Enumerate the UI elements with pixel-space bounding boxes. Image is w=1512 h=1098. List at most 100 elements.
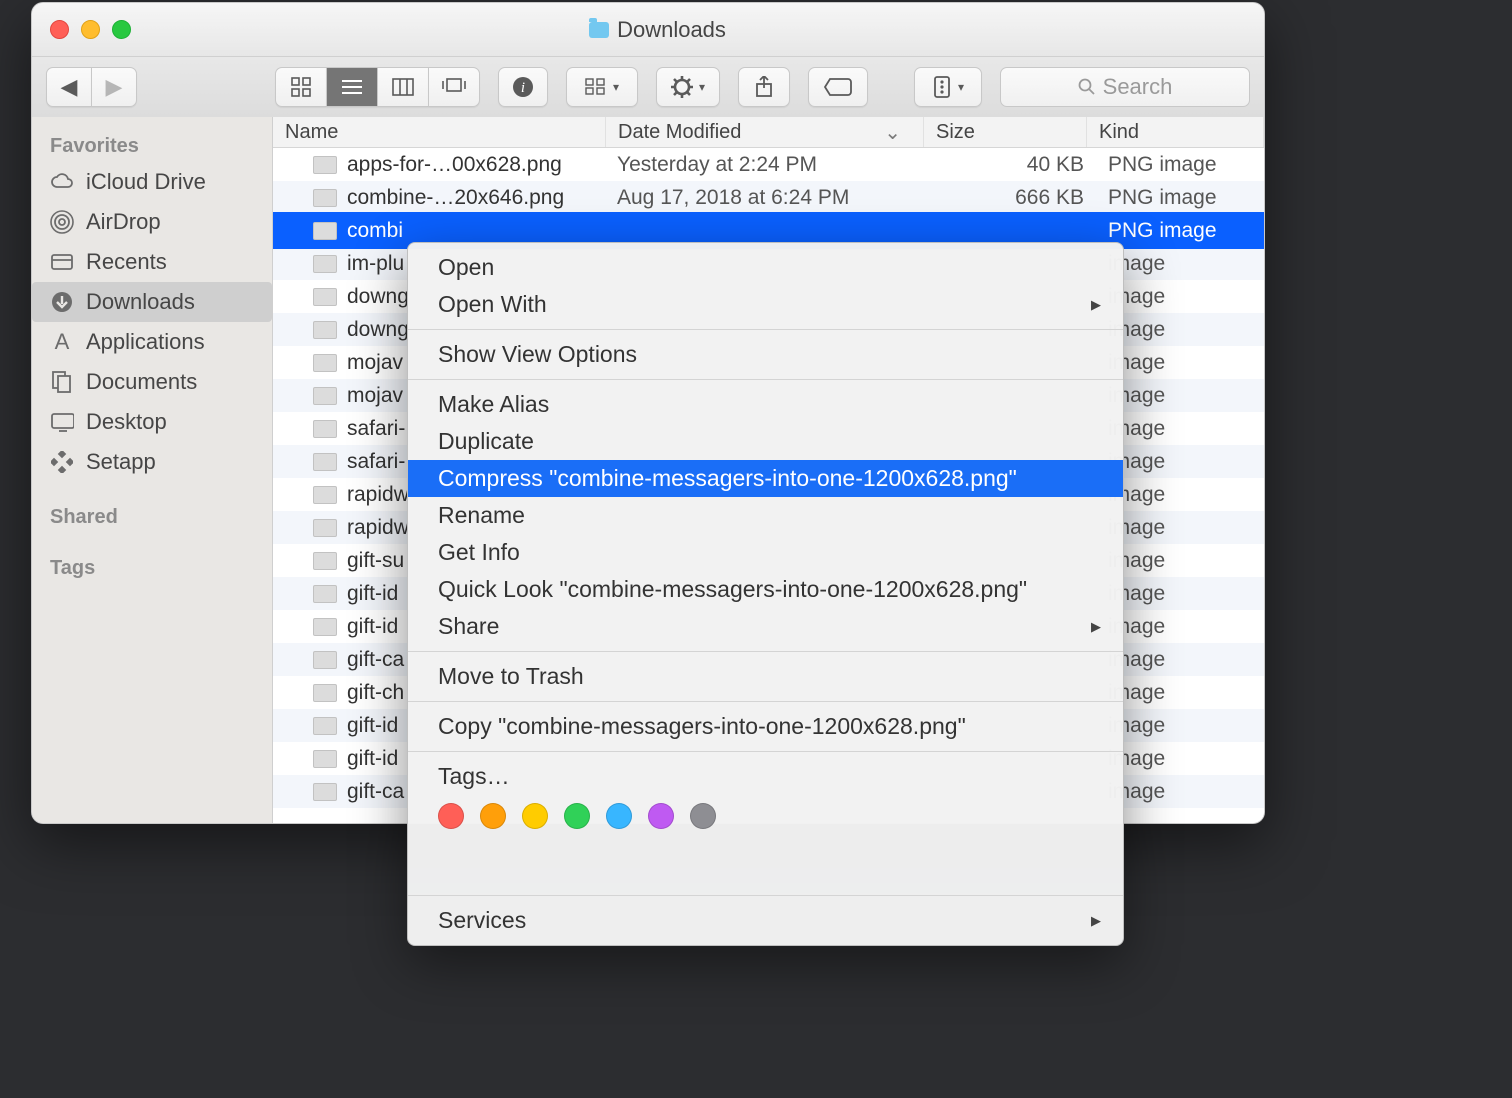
menu-share[interactable]: Share [408,608,1123,645]
file-thumb-icon [313,354,337,372]
sidebar-item-applications[interactable]: A Applications [32,322,272,362]
menu-duplicate[interactable]: Duplicate [408,423,1123,460]
col-name[interactable]: Name [273,117,606,147]
sidebar-item-label: Desktop [86,409,167,435]
file-thumb-icon [313,618,337,636]
path-button[interactable]: ▾ [914,67,982,107]
setapp-icon [50,451,74,473]
menu-rename[interactable]: Rename [408,497,1123,534]
file-size: 40 KB [922,153,1096,177]
share-button[interactable] [738,67,790,107]
titlebar: Downloads [32,3,1264,57]
icon-view-button[interactable] [275,67,326,107]
col-kind[interactable]: Kind [1087,117,1264,147]
menu-open[interactable]: Open [408,249,1123,286]
menu-show-view-options[interactable]: Show View Options [408,336,1123,373]
col-date[interactable]: Date Modified⌄ [606,117,924,147]
file-name: apps-for-…00x628.png [347,153,562,177]
svg-text:i: i [521,80,525,96]
col-size[interactable]: Size [924,117,1087,147]
menu-copy[interactable]: Copy "combine-messagers-into-one-1200x62… [408,708,1123,745]
menu-open-with[interactable]: Open With [408,286,1123,323]
tags-button[interactable] [808,67,868,107]
file-name: mojav [347,351,403,375]
file-row[interactable]: apps-for-…00x628.png Yesterday at 2:24 PM… [273,148,1264,181]
docs-icon [50,370,74,394]
file-thumb-icon [313,189,337,207]
sidebar-item-desktop[interactable]: Desktop [32,402,272,442]
file-name: gift-su [347,549,404,573]
apps-icon: A [50,330,74,354]
close-button[interactable] [50,20,69,39]
menu-quick-look[interactable]: Quick Look "combine-messagers-into-one-1… [408,571,1123,608]
tag-color-dot[interactable] [480,803,506,829]
sidebar-item-downloads[interactable]: Downloads [32,282,272,322]
file-thumb-icon [313,486,337,504]
sidebar-item-airdrop[interactable]: AirDrop [32,202,272,242]
tag-color-dot[interactable] [522,803,548,829]
menu-move-to-trash[interactable]: Move to Trash [408,658,1123,695]
file-name: safari- [347,450,405,474]
file-name: gift-id [347,582,398,606]
file-thumb-icon [313,651,337,669]
file-name: gift-id [347,714,398,738]
tag-color-dot[interactable] [564,803,590,829]
sidebar-item-icloud-drive[interactable]: iCloud Drive [32,162,272,202]
view-switcher [275,67,480,107]
file-size: 666 KB [922,186,1096,210]
zoom-button[interactable] [112,20,131,39]
context-menu: Open Open With Show View Options Make Al… [407,242,1124,946]
file-thumb-icon [313,717,337,735]
file-name: gift-id [347,747,398,771]
search-placeholder: Search [1103,74,1173,100]
search-field[interactable]: Search [1000,67,1250,107]
sidebar-item-label: AirDrop [86,209,161,235]
forward-button[interactable]: ▶ [91,67,137,107]
folder-icon [589,22,609,38]
tag-color-dot[interactable] [648,803,674,829]
file-kind: PNG image [1096,219,1264,243]
group-button[interactable]: ▾ [566,67,638,107]
back-button[interactable]: ◀ [46,67,91,107]
sidebar-item-label: iCloud Drive [86,169,206,195]
file-name: gift-ca [347,648,404,672]
file-thumb-icon [313,156,337,174]
sidebar-item-label: Downloads [86,289,195,315]
sidebar-item-setapp[interactable]: Setapp [32,442,272,482]
sidebar-favorites-header: Favorites [32,125,272,162]
sidebar-item-recents[interactable]: Recents [32,242,272,282]
file-name: safari- [347,417,405,441]
tag-color-dot[interactable] [606,803,632,829]
tag-color-dot[interactable] [690,803,716,829]
sidebar-item-label: Recents [86,249,167,275]
list-view-button[interactable] [326,67,377,107]
tag-color-dot[interactable] [438,803,464,829]
file-kind: PNG image [1096,153,1264,177]
menu-make-alias[interactable]: Make Alias [408,386,1123,423]
gallery-view-button[interactable] [428,67,480,107]
info-button[interactable]: i [498,67,548,107]
file-name: rapidw [347,483,409,507]
file-thumb-icon [313,255,337,273]
file-name: gift-ch [347,681,404,705]
sidebar-item-documents[interactable]: Documents [32,362,272,402]
file-row[interactable]: combine-…20x646.pngAug 17, 2018 at 6:24 … [273,181,1264,214]
file-thumb-icon [313,222,337,240]
file-thumb-icon [313,387,337,405]
minimize-button[interactable] [81,20,100,39]
nav-buttons: ◀ ▶ [46,67,137,107]
sidebar: Favorites iCloud Drive AirDrop Recents Down… [32,117,273,823]
action-button[interactable]: ▾ [656,67,720,107]
file-date: Yesterday at 2:24 PM [605,153,922,177]
sidebar-item-label: Documents [86,369,197,395]
menu-get-info[interactable]: Get Info [408,534,1123,571]
sort-indicator-icon: ⌄ [884,120,901,145]
menu-tag-colors [408,795,1123,837]
downloads-icon [50,290,74,314]
menu-services[interactable]: Services [408,902,1123,939]
file-name: gift-id [347,615,398,639]
menu-tags[interactable]: Tags… [408,758,1123,795]
menu-compress[interactable]: Compress "combine-messagers-into-one-120… [408,460,1123,497]
sidebar-item-label: Applications [86,329,205,355]
column-view-button[interactable] [377,67,428,107]
